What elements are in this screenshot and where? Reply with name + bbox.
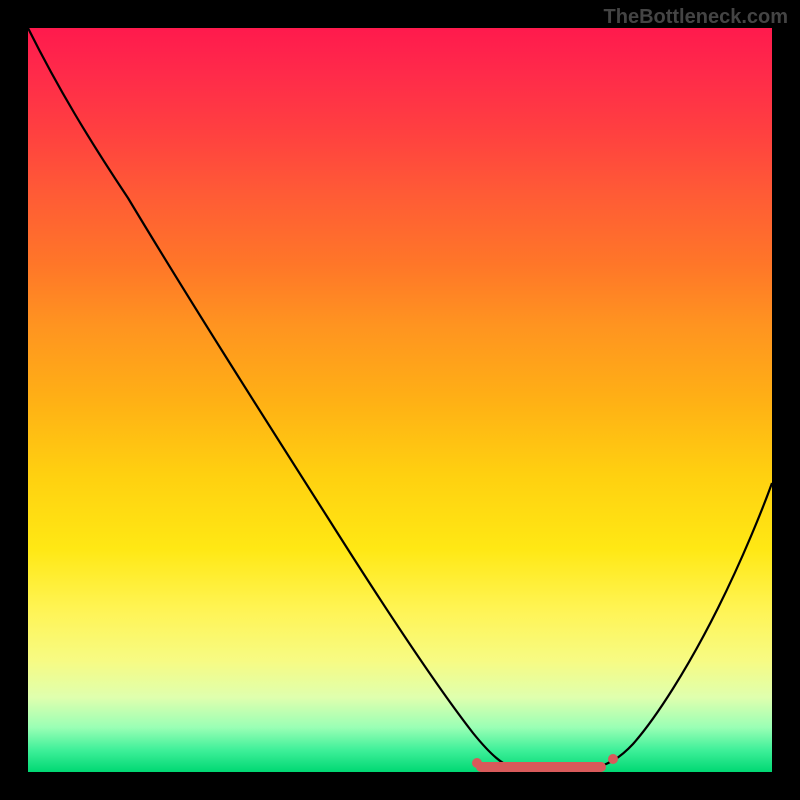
highlight-end-dot — [608, 754, 618, 764]
highlight-start-dot — [472, 758, 482, 768]
highlight-band — [28, 28, 772, 772]
highlight-segment — [476, 762, 606, 772]
watermark-text: TheBottleneck.com — [604, 6, 788, 29]
plot-area — [28, 28, 772, 772]
